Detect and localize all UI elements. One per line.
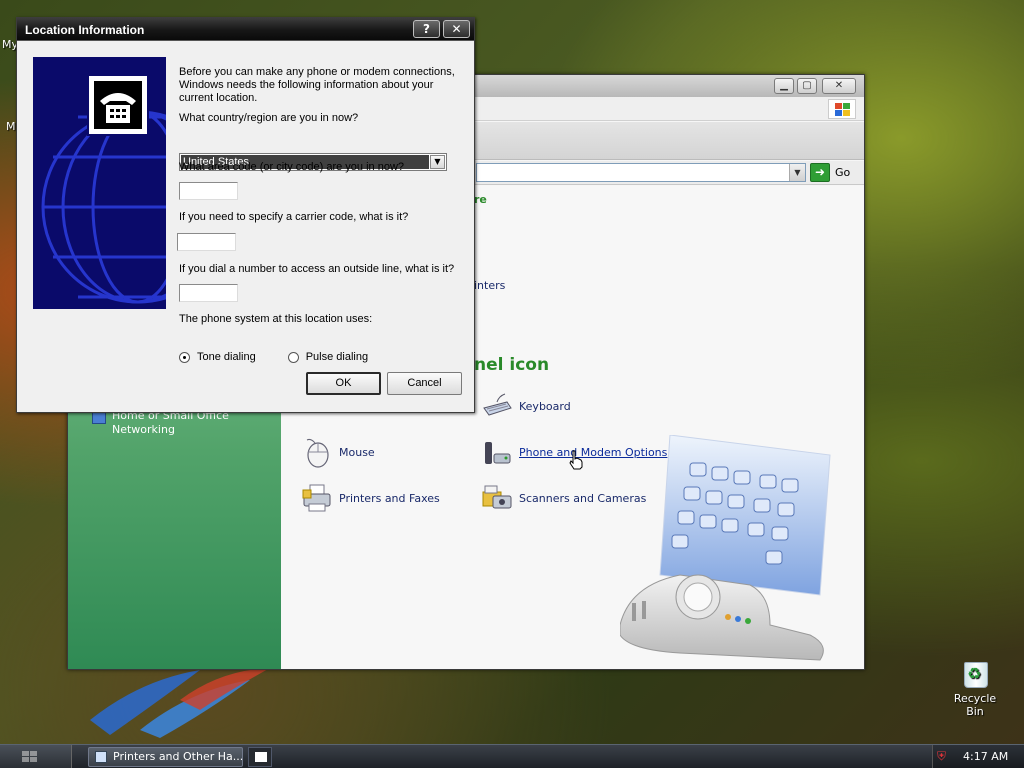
dialog-title: Location Information — [25, 23, 145, 37]
ok-button[interactable]: OK — [306, 372, 381, 395]
scanner-icon — [481, 482, 513, 514]
desktop-icon-label-partial-2[interactable]: M — [6, 120, 16, 133]
close-button[interactable]: ✕ — [443, 20, 470, 38]
phone-modem-icon — [481, 436, 513, 468]
help-button[interactable]: ? — [413, 20, 440, 38]
task-link-fragment[interactable]: inters — [474, 279, 505, 292]
carrier-code-question: If you need to specify a carrier code, w… — [179, 211, 409, 223]
dialog-titlebar[interactable]: Location Information ? ✕ — [17, 18, 474, 41]
wallpaper-feathers — [90, 668, 270, 738]
minimize-button[interactable]: ▁ — [774, 78, 794, 94]
security-shield-icon[interactable]: ⛨ — [937, 749, 951, 763]
cp-item-mouse[interactable]: Mouse — [301, 436, 375, 468]
pulse-dialing-radio[interactable] — [287, 351, 299, 363]
outside-line-question: If you dial a number to access an outsid… — [179, 263, 455, 275]
tone-dialing-radio[interactable] — [179, 351, 190, 363]
address-dropdown-button[interactable]: ▼ — [789, 164, 805, 181]
taskbar: Printers and Other Ha... ⛨ 4:17 AM — [0, 744, 1024, 768]
hand-cursor-icon — [569, 450, 583, 470]
clock[interactable]: 4:17 AM — [963, 750, 1008, 763]
start-button[interactable] — [0, 745, 72, 768]
close-button[interactable]: ✕ — [822, 78, 856, 94]
taskbar-item-label: Printers and Other Ha... — [113, 750, 243, 763]
address-input[interactable]: ▼ — [476, 163, 806, 182]
cp-item-label: Printers and Faxes — [339, 491, 440, 505]
printer-icon — [301, 482, 333, 514]
control-panel-icon-heading: nel icon — [474, 355, 550, 375]
go-label: Go — [835, 166, 851, 179]
taskbar-item-printers-hardware[interactable]: Printers and Other Ha... — [88, 747, 243, 767]
carrier-code-input[interactable] — [177, 233, 236, 251]
desktop-icon-recycle-bin[interactable]: Recycle Bin — [944, 656, 1006, 718]
pulse-dialing-label[interactable]: Pulse dialing — [306, 351, 368, 363]
intro-text: Before you can make any phone or modem c… — [179, 66, 455, 104]
maximize-button[interactable]: ▢ — [797, 78, 817, 94]
country-question: What country/region are you in now? — [179, 112, 359, 124]
cp-item-keyboard[interactable]: Keyboard — [481, 390, 571, 422]
cp-item-label: Keyboard — [519, 399, 571, 413]
taskbar-item-dialog[interactable] — [248, 747, 272, 767]
windows-logo-icon — [828, 99, 856, 119]
folder-window-icon — [95, 751, 107, 763]
go-arrow-icon: ➜ — [810, 163, 830, 182]
dialog-illustration — [33, 57, 166, 309]
tone-dialing-label[interactable]: Tone dialing — [197, 351, 256, 363]
cp-item-label: Mouse — [339, 445, 375, 459]
keyboard-icon — [481, 390, 513, 422]
link-home-office-networking[interactable]: Home or Small Office Networking — [112, 409, 272, 437]
cancel-button[interactable]: Cancel — [387, 372, 462, 395]
outside-line-input[interactable] — [179, 284, 238, 302]
category-heading-fragment: re — [474, 193, 487, 206]
hardware-artwork — [620, 435, 831, 661]
area-code-input[interactable] — [179, 182, 238, 200]
dialog-body: Before you can make any phone or modem c… — [17, 41, 474, 412]
area-code-question: What area code (or city code) are you in… — [179, 161, 405, 173]
system-tray: ⛨ 4:17 AM — [932, 745, 1024, 768]
cp-item-printers-faxes[interactable]: Printers and Faxes — [301, 482, 440, 514]
windows-flag-icon — [22, 751, 37, 762]
phone-system-question: The phone system at this location uses: — [179, 313, 373, 325]
chevron-down-icon[interactable]: ▼ — [430, 155, 445, 169]
recycle-bin-icon — [960, 656, 990, 688]
dialing-options: Tone dialing Pulse dialing — [179, 351, 368, 363]
location-information-dialog: Location Information ? ✕ Before you can … — [16, 17, 475, 413]
mouse-icon — [301, 436, 333, 468]
go-button[interactable]: ➜ Go — [810, 163, 856, 182]
telephone-icon — [87, 74, 149, 136]
recycle-bin-label: Recycle Bin — [953, 692, 997, 718]
